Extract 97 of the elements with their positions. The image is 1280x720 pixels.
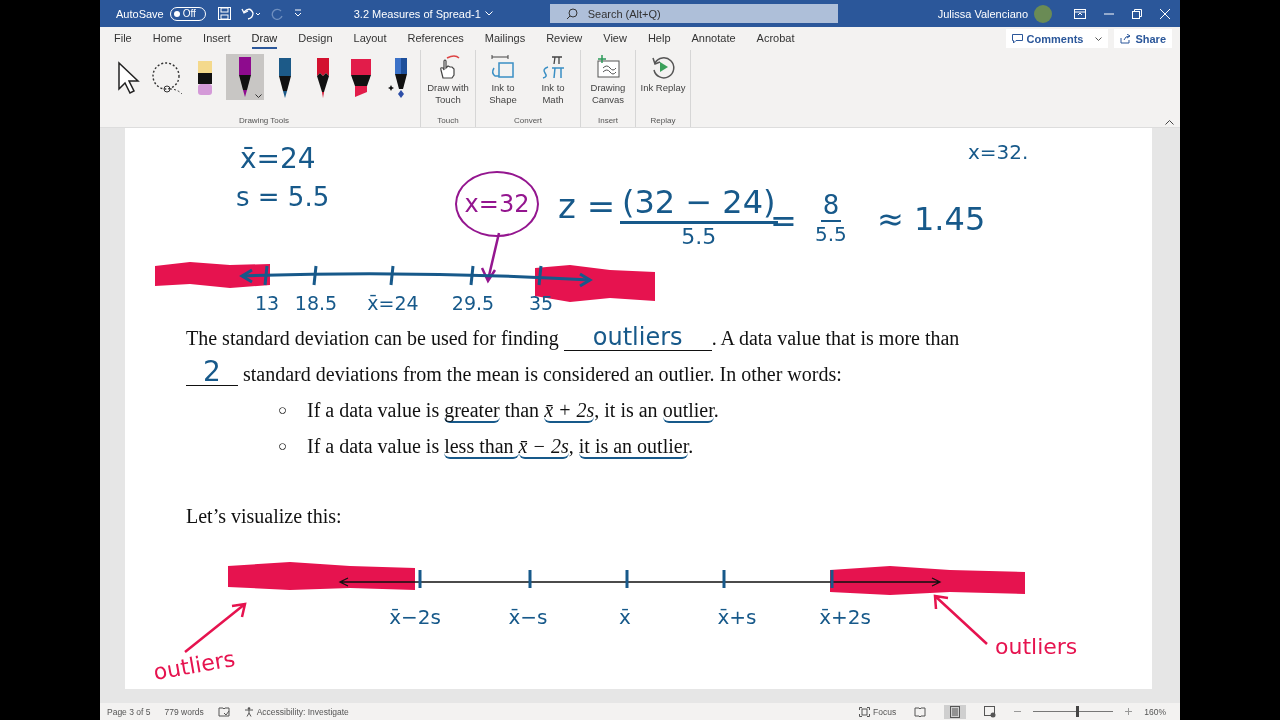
menu-tab[interactable]: Design [298,28,333,49]
menu-tab[interactable]: View [603,28,627,49]
status-text[interactable]: Page 3 of 5 [107,706,151,717]
restore-icon[interactable] [1132,8,1142,19]
accessibility-icon [243,706,254,717]
outliers-note: outliers [995,634,1078,659]
document-title[interactable]: 3.2 Measures of Spread-1 [353,7,481,20]
math-button[interactable]: Ink to Math [530,54,576,106]
share-icon [1120,33,1132,44]
drawing-canvas-icon [595,54,621,80]
pen-icon [237,56,253,98]
tick-label: x̄ [619,605,631,629]
accessibility-button[interactable]: Accessibility: Investigate [243,706,349,717]
customize-icon[interactable] [293,9,302,18]
caret-icon[interactable] [255,94,262,98]
handwritten-z: z = [558,186,616,226]
outliers-note: outliers [151,646,237,685]
tick-label: 13 [254,292,280,314]
collapse-icon[interactable] [1165,120,1174,125]
section-label: Let’s visualize this: [185,504,343,529]
tick-label: x̄+2s [819,605,871,629]
focus-button[interactable]: Focus [859,706,897,717]
menu-tab[interactable]: Help [647,28,671,49]
replay-button[interactable]: Ink Replay [640,54,686,94]
book-icon [914,706,927,717]
zoom-out-icon[interactable] [1014,708,1022,715]
group-label: Touch [436,116,460,127]
handwritten-mean: x̄=24 [240,142,316,175]
eraser-icon [197,60,213,96]
menu-tab[interactable]: Home [152,28,183,49]
comment-icon [1011,33,1023,44]
comments-button[interactable]: Comments [1005,29,1109,48]
pen-icon [277,57,293,99]
menu-tab[interactable]: Review [546,28,583,49]
menu-tab[interactable]: Annotate [691,28,736,49]
lasso-icon [150,61,184,95]
bullet-marker: ○ [278,401,289,420]
autosave-label: AutoSave [116,7,164,20]
menu-tab[interactable]: Acrobat [756,28,795,49]
ink-to-shape-icon [490,54,516,80]
tick-label: 18.5 [294,292,338,314]
replay-icon [650,54,676,80]
tick-label: x̄−2s [389,605,441,629]
menu-tab[interactable]: Layout [353,28,387,49]
tick-label: 29.5 [451,292,495,314]
share-button[interactable]: Share [1114,29,1172,48]
canvas-button[interactable]: Drawing Canvas [585,54,631,106]
handwritten-fraction: 8 5.5 [815,190,847,246]
status-text[interactable]: 779 words [164,706,204,717]
menu-tab[interactable]: Mailings [484,28,526,49]
view-button[interactable] [944,704,967,719]
bullet-text: If a data value is greater than x̄ + 2s, it is an outlier. [307,398,719,425]
undo-icon[interactable] [240,7,261,20]
menu-tab[interactable]: Insert [203,28,231,49]
page-icon [950,705,961,718]
ribbon-display-icon[interactable] [1074,8,1086,19]
menu-tab[interactable]: References [407,28,464,49]
shape-button[interactable]: Ink to Shape [480,54,526,106]
circled-value: x=32 [455,171,539,237]
group-label: Convert [513,116,543,127]
group-label: Drawing Tools [237,116,291,127]
handwritten-std-dev: s = 5.5 [236,182,330,212]
tick-label: 35 [528,292,554,314]
web-layout-icon [984,705,997,718]
chevron-icon[interactable] [484,11,493,16]
proofing-icon[interactable] [217,706,230,717]
zoom-level[interactable]: 160% [1144,706,1166,717]
caret-icon [1095,36,1103,41]
close-icon[interactable] [1160,8,1170,19]
tick-label: x̄+s [717,605,757,629]
save-icon[interactable] [217,7,231,20]
bullet-text: If a data value is less than x̄ − 2s, it is an outlier. [307,434,694,461]
touch-button[interactable]: Draw with Touch [425,54,471,106]
highlighter-icon [350,58,372,98]
pointer-icon [117,61,141,95]
handwritten-note: x=32. [968,140,1029,164]
pointer-arrow [183,602,247,654]
zoom-thumb[interactable] [1075,706,1079,717]
tick-label: x̄=24 [367,292,419,314]
paragraph: The standard deviation can be used for finding outliers . A data value that is more than 2 standard deviations from the mean is considered an outlier. In other words: [186,322,961,390]
pointer-arrow [933,594,989,646]
bullet-marker: ○ [278,437,289,456]
pen-tool[interactable] [226,54,264,100]
ink-to-math-icon [540,54,566,80]
search-icon [565,8,578,20]
search-field[interactable]: Search (Alt+Q) [549,4,838,23]
menu-tab[interactable]: File [114,28,132,49]
callout-arrow [480,232,502,284]
focus-icon [859,706,871,717]
autosave-toggle[interactable]: Off [169,6,206,21]
group-label: Insert [597,116,619,127]
group-label: Replay [649,116,677,127]
menu-tab[interactable]: Draw [251,28,278,49]
user-name[interactable]: Julissa Valenciano [937,7,1028,20]
tick-label: x̄−s [508,605,548,629]
handwritten-result: ≈ 1.45 [877,200,986,238]
zoom-in-icon[interactable] [1125,708,1133,715]
